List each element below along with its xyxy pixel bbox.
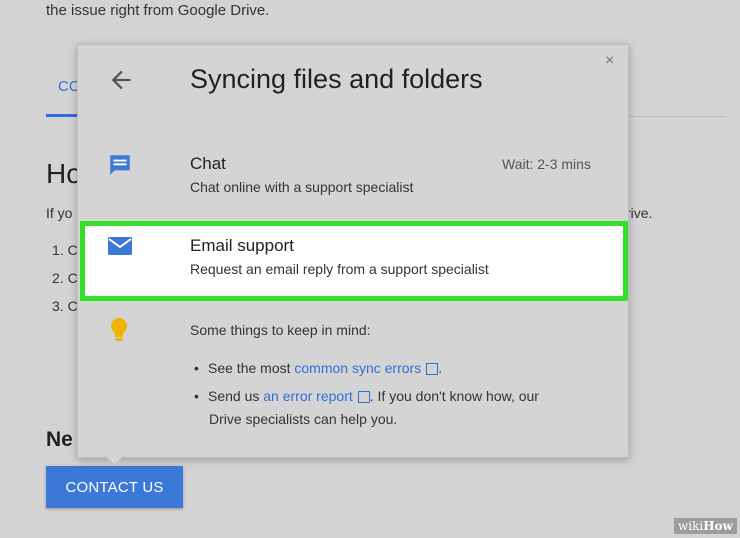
- common-sync-errors-link[interactable]: common sync errors: [294, 360, 421, 376]
- tips-heading: Some things to keep in mind:: [190, 322, 371, 338]
- lightbulb-icon: [111, 318, 127, 341]
- background-need-heading: Ne: [46, 428, 73, 451]
- background-intro-text: the issue right from Google Drive.: [46, 2, 270, 19]
- tip-common-errors: • See the most common sync errors.: [194, 360, 442, 376]
- chat-bubble-icon: [110, 155, 130, 175]
- tip-text: .: [438, 360, 443, 376]
- email-option-title[interactable]: Email support: [190, 236, 294, 256]
- email-option-description: Request an email reply from a support sp…: [190, 261, 489, 277]
- watermark-prefix: wiki: [678, 519, 704, 533]
- tip-text: See the most: [208, 360, 295, 376]
- contact-us-button[interactable]: CONTACT US: [46, 466, 183, 508]
- chat-option-description: Chat online with a support specialist: [190, 179, 414, 195]
- bullet: •: [194, 360, 199, 376]
- external-link-icon: [357, 391, 370, 404]
- tip-text-continued: Drive specialists can help you.: [209, 411, 398, 427]
- background-list-item: 2. C: [52, 270, 78, 286]
- tip-error-report: • Send us an error report . If you don't k…: [194, 388, 539, 404]
- background-list-item: 1. C: [52, 242, 78, 258]
- tip-text: Send us: [208, 388, 264, 404]
- back-arrow-icon[interactable]: [107, 66, 135, 94]
- wikihow-watermark: wikiHow: [674, 518, 737, 534]
- background-paragraph-start: If yo: [46, 205, 73, 221]
- background-paragraph-end: rive.: [626, 205, 653, 221]
- envelope-icon: [108, 237, 132, 255]
- tab-active-indicator: [46, 114, 80, 117]
- error-report-link[interactable]: an error report: [263, 388, 352, 404]
- external-link-icon: [426, 363, 439, 376]
- popup-title: Syncing files and folders: [190, 64, 483, 94]
- tip-text: . If you don't know how, our: [369, 388, 539, 404]
- watermark-suffix: How: [703, 519, 733, 533]
- bullet: •: [194, 388, 199, 404]
- background-list-item: 3. C: [52, 298, 78, 314]
- chat-option-title[interactable]: Chat: [190, 154, 226, 174]
- chat-wait-time: Wait: 2-3 mins: [502, 156, 591, 172]
- close-icon[interactable]: ×: [605, 52, 614, 70]
